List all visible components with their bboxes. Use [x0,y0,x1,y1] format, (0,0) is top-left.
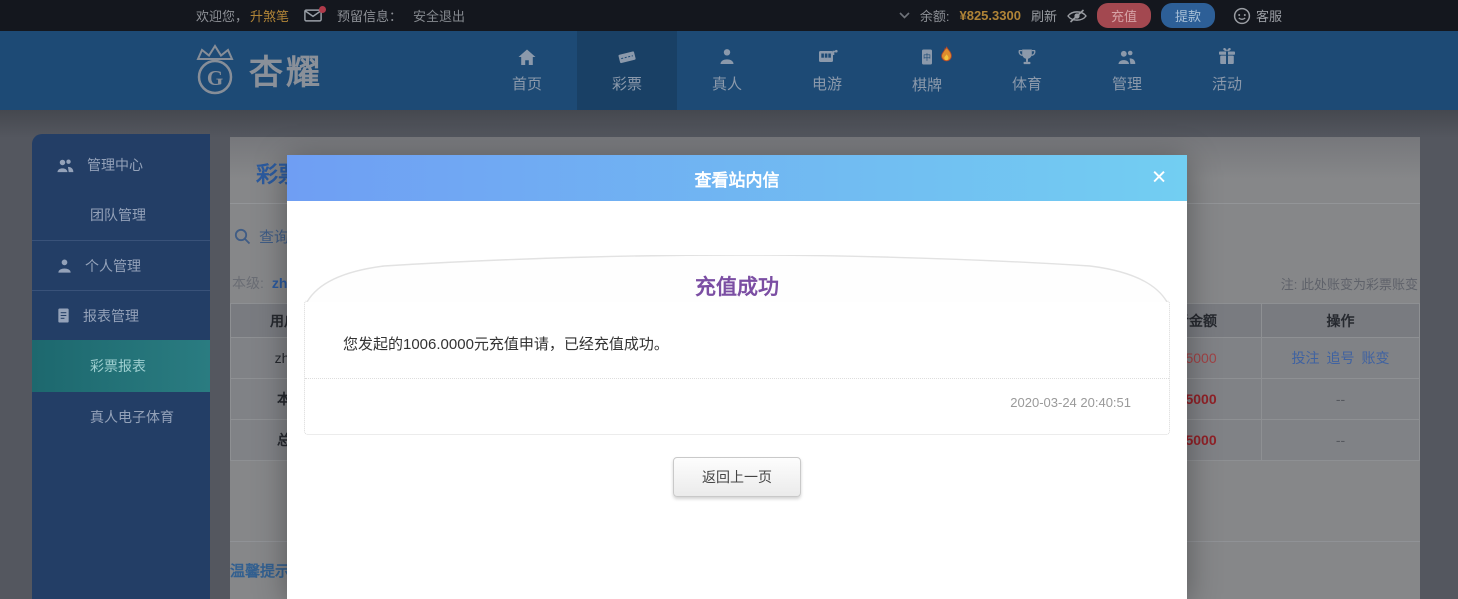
top-bar-right: 余额: ¥825.3300 刷新 充值 提款 客服 [899,3,1282,28]
nav-item-label: 活动 [1211,76,1242,93]
chase-link[interactable]: 追号 [1327,348,1355,368]
crown-logo-icon: G [190,42,240,96]
chevron-down-icon[interactable] [899,12,910,19]
sidebar-item-label: 真人电子体育 [90,409,174,425]
main-nav: G 杏耀 首页 彩票 真人 电游 中 棋牌 体育 管理 活动 [0,31,1458,110]
cell-actions: -- [1261,379,1419,419]
message-body: 您发起的1006.0000元充值申请，已经充值成功。 [343,336,669,353]
sidebar-item-label: 彩票报表 [90,358,146,374]
sidebar: 管理中心 团队管理 个人管理 报表管理 彩票报表 真人电子体育 [32,134,210,599]
modal-header: 查看站内信 ✕ [287,155,1187,201]
nav-item-label: 棋牌 [911,76,942,94]
svg-text:G: G [207,66,223,90]
message-letter: 您发起的1006.0000元充值申请，已经充值成功。 2020-03-24 20… [304,300,1170,435]
sidebar-item-report-management[interactable]: 报表管理 [32,290,210,340]
nav-item-lottery[interactable]: 彩票 [577,31,677,110]
hot-flame-icon [939,46,954,63]
account-change-link[interactable]: 账变 [1362,348,1390,368]
lottery-ticket-icon [617,47,637,66]
home-icon [517,48,537,66]
nav-item-label: 真人 [711,76,742,93]
balance-label: 余额: [919,9,950,24]
bet-link[interactable]: 投注 [1292,348,1320,368]
sidebar-item-label: 报表管理 [83,307,139,324]
brand-name: 杏耀 [249,53,323,92]
sidebar-item-team-management[interactable]: 团队管理 [32,190,210,240]
nav-item-label: 首页 [511,75,542,93]
username[interactable]: 升煞笔 [250,6,289,25]
team-users-icon [56,157,75,174]
mahjong-tile-icon: 中 [917,47,937,67]
sidebar-item-label: 团队管理 [90,207,146,223]
sidebar-item-label: 个人管理 [85,257,141,274]
message-timestamp: 2020-03-24 20:40:51 [1010,395,1131,410]
refresh-link[interactable]: 刷新 [1031,6,1057,25]
top-bar: 欢迎您， 升煞笔 预留信息： 安全退出 余额: ¥825.3300 刷新 充值 … [0,0,1458,31]
sidebar-item-label: 管理中心 [87,157,143,173]
back-button[interactable]: 返回上一页 [673,457,801,497]
recharge-button[interactable]: 充值 [1096,3,1151,28]
nav-item-live[interactable]: 真人 [677,31,777,110]
nav-item-label: 彩票 [611,76,642,93]
nav-item-egame[interactable]: 电游 [777,31,877,110]
brand-logo[interactable]: G 杏耀 [190,42,323,96]
cell-actions: 投注 追号 账变 [1261,338,1419,378]
report-document-icon [56,307,71,324]
cell-actions: -- [1261,420,1419,460]
users-icon [1117,48,1137,66]
sidebar-item-management-center[interactable]: 管理中心 [32,140,210,190]
nav-item-label: 管理 [1111,75,1142,93]
message-modal: 查看站内信 ✕ 充值成功 您发起的1006.0000元充值申请，已经充值成功。 … [287,155,1187,599]
live-person-icon [717,47,737,66]
svg-text:中: 中 [923,52,931,62]
recharge-success-title: 充值成功 [695,276,779,299]
person-icon [56,257,73,274]
nav-item-label: 体育 [1011,76,1042,93]
level-value[interactable]: zh [272,275,288,291]
sidebar-item-personal-management[interactable]: 个人管理 [32,240,210,290]
modal-title: 查看站内信 [694,170,780,190]
level-label: 本级: [232,275,264,291]
envelope-flap: 充值成功 [304,255,1170,302]
unread-badge [319,6,327,13]
top-bar-left: 欢迎您， 升煞笔 预留信息： 安全退出 [196,6,465,25]
nav-item-manage[interactable]: 管理 [1077,31,1177,110]
withdraw-button[interactable]: 提款 [1160,3,1215,28]
nav-item-home[interactable]: 首页 [477,31,577,110]
mail-icon[interactable] [304,6,327,22]
gift-icon [1217,47,1237,66]
customer-service-button[interactable]: 客服 [1233,6,1282,25]
header-action: 操作 [1261,304,1419,337]
sidebar-item-live-esports[interactable]: 真人电子体育 [32,392,210,442]
nav-item-board-games[interactable]: 中 棋牌 [877,31,977,110]
close-icon[interactable]: ✕ [1151,169,1167,188]
nav-items: 首页 彩票 真人 电游 中 棋牌 体育 管理 活动 [477,31,1277,110]
welcome-label: 欢迎您， [196,9,249,24]
search-icon [234,228,251,245]
nav-item-activity[interactable]: 活动 [1177,31,1277,110]
safe-logout-link[interactable]: 安全退出 [413,6,465,25]
customer-service-icon [1233,7,1251,25]
reserved-info-label: 预留信息： [337,9,403,24]
trophy-icon [1017,47,1037,66]
sidebar-item-lottery-report[interactable]: 彩票报表 [32,340,210,392]
nav-item-label: 电游 [811,76,842,93]
nav-item-sports[interactable]: 体育 [977,31,1077,110]
account-change-note: 注: 此处账变为彩票账变 [1280,276,1418,292]
customer-service-label: 客服 [1255,9,1282,24]
slot-machine-icon [817,47,838,66]
balance-value: ¥825.3300 [959,8,1021,23]
eye-off-icon[interactable] [1067,8,1087,23]
